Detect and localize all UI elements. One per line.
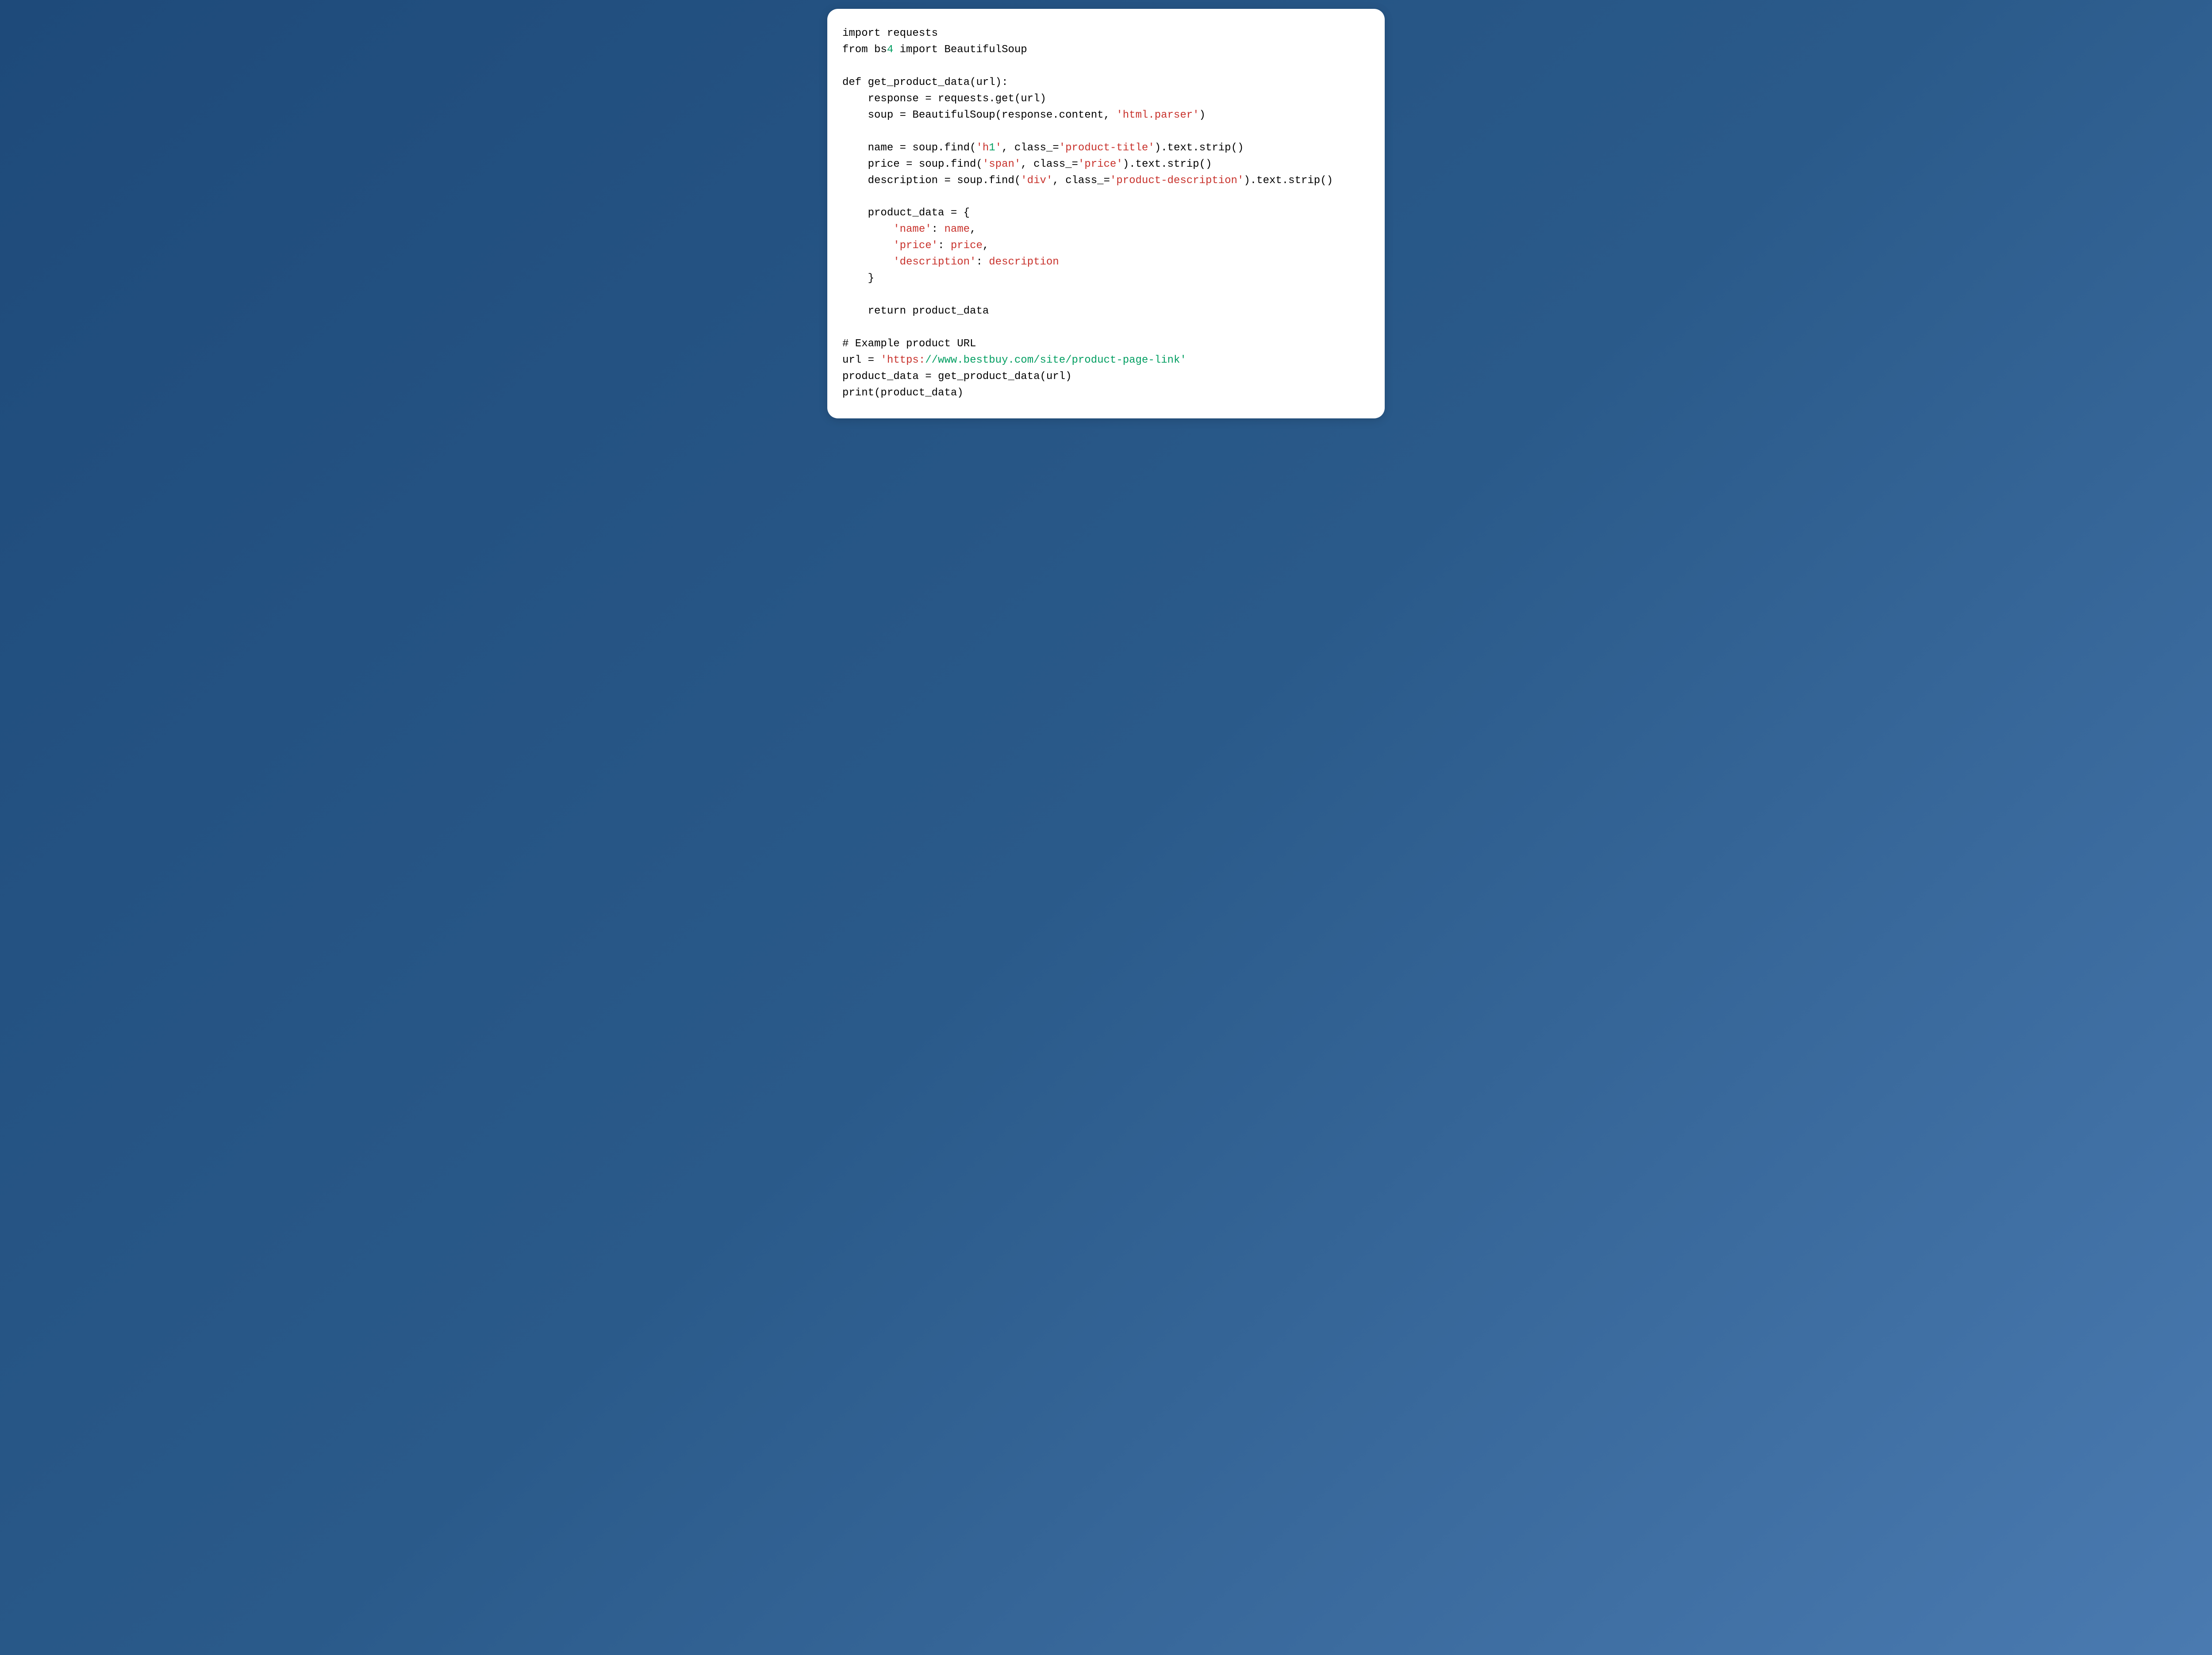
string-literal: 'https: — [880, 354, 925, 366]
keyword-def: def — [842, 77, 861, 88]
string-literal: 'html.parser' — [1116, 109, 1199, 121]
code-line-22: product_data = get_product_data(url) — [842, 371, 1071, 383]
code-line-14: 'price': price, — [842, 240, 989, 252]
dict-key: 'price' — [893, 240, 938, 252]
number-literal: 4 — [887, 44, 893, 56]
string-literal: 'div' — [1021, 175, 1052, 187]
string-literal: 'product-description' — [1110, 175, 1244, 187]
code-line-5: response = requests.get(url) — [842, 93, 1046, 105]
code-line-8: name = soup.find('h1', class_='product-t… — [842, 142, 1244, 154]
keyword-from: from — [842, 44, 868, 56]
comment: # Example product URL — [842, 338, 976, 350]
code-block-container: import requests from bs4 import Beautifu… — [827, 9, 1385, 418]
keyword-import: import — [842, 27, 880, 39]
string-literal: 'span' — [983, 158, 1021, 170]
code-line-15: 'description': description — [842, 256, 1059, 268]
code-line-2: from bs4 import BeautifulSoup — [842, 44, 1027, 56]
code-line-21: url = 'https://www.bestbuy.com/site/prod… — [842, 354, 1187, 366]
string-literal: 'product-title' — [1059, 142, 1155, 154]
code-line-16: } — [842, 272, 874, 284]
dict-key: 'description' — [893, 256, 976, 268]
code-line-12: product_data = { — [842, 207, 970, 219]
dict-key: 'name' — [893, 223, 931, 235]
code-line-1: import requests — [842, 27, 938, 39]
string-literal: ' — [995, 142, 1002, 154]
code-line-23: print(product_data) — [842, 387, 964, 399]
code-line-18: return product_data — [842, 305, 989, 317]
code-line-6: soup = BeautifulSoup(response.content, '… — [842, 109, 1206, 121]
code-line-20: # Example product URL — [842, 338, 976, 350]
keyword-return: return — [868, 305, 906, 317]
code-line-13: 'name': name, — [842, 223, 976, 235]
code-block[interactable]: import requests from bs4 import Beautifu… — [842, 26, 1370, 402]
dict-value: description — [989, 256, 1059, 268]
code-line-9: price = soup.find('span', class_='price'… — [842, 158, 1212, 170]
string-url-part: //www.bestbuy.com/site/product-page-link… — [925, 354, 1187, 366]
string-literal: 'price' — [1078, 158, 1123, 170]
code-line-10: description = soup.find('div', class_='p… — [842, 175, 1333, 187]
dict-value: price — [951, 240, 983, 252]
string-literal: 'h — [976, 142, 989, 154]
dict-value: name — [944, 223, 970, 235]
keyword-import: import — [900, 44, 938, 56]
code-line-4: def get_product_data(url): — [842, 77, 1008, 88]
number-in-string: 1 — [989, 142, 995, 154]
